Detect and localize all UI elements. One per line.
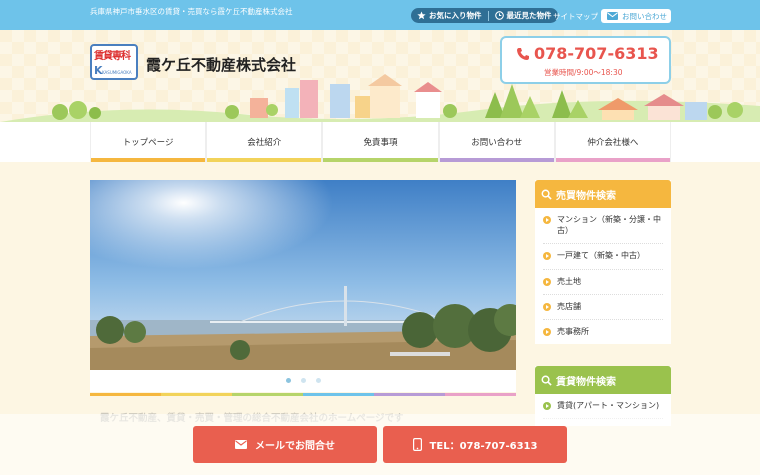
tel-contact-button[interactable]: TEL：078-707-6313 — [383, 426, 567, 463]
hero-slider[interactable] — [90, 180, 516, 392]
nav-item-agents[interactable]: 仲介会社様へ — [554, 122, 672, 162]
slider-dot[interactable] — [300, 378, 306, 383]
slider-dot[interactable] — [285, 378, 291, 383]
utility-links: お気に入り物件 最近見た物件 — [411, 8, 558, 23]
mail-contact-button[interactable]: メールでお問合せ — [193, 426, 377, 463]
rent-search-header[interactable]: 賃貸物件検索 — [535, 366, 671, 394]
star-icon — [417, 11, 426, 20]
clock-icon — [494, 11, 504, 20]
sale-item-house[interactable]: 一戸建て（新築・中古） — [543, 244, 663, 270]
slider-dot[interactable] — [315, 378, 321, 383]
mail-icon — [235, 440, 247, 449]
phone-icon — [517, 47, 529, 60]
sale-item-mansion[interactable]: マンション（新築・分譲・中古） — [543, 208, 663, 245]
arrow-bullet-icon — [543, 252, 551, 261]
sale-search-panel: 売買物件検索 マンション（新築・分譲・中古） 一戸建て（新築・中古） 売土地 売… — [535, 180, 671, 345]
nav-underline — [207, 158, 322, 162]
nav-underline — [439, 158, 554, 162]
slider-dots — [90, 378, 516, 383]
hero-photo — [90, 180, 516, 370]
search-icon — [541, 189, 552, 200]
global-nav: トップページ 会社紹介 免責事項 お問い合わせ 仲介会社様へ — [0, 122, 760, 162]
arrow-bullet-icon — [543, 302, 551, 311]
town-illustration — [0, 74, 760, 122]
favorites-link[interactable]: お気に入り物件 — [417, 10, 482, 21]
top-bar: 兵庫県神戸市垂水区の賃貸・売買なら霞ケ丘不動産株式会社 お気に入り物件 最近見た… — [0, 0, 760, 30]
phone-number: 078-707-6313 — [516, 44, 659, 63]
nav-item-disclaimer[interactable]: 免責事項 — [322, 122, 439, 162]
contact-link[interactable]: お問い合わせ — [601, 9, 671, 23]
arrow-bullet-icon — [543, 402, 551, 410]
sitemap-link[interactable]: サイトマップ — [553, 11, 598, 22]
cta-overlay — [0, 414, 760, 475]
nav-underline — [91, 158, 206, 162]
arrow-bullet-icon — [543, 277, 551, 286]
nav-item-contact[interactable]: お問い合わせ — [438, 122, 555, 162]
recent-link[interactable]: 最近見た物件 — [494, 10, 552, 21]
arrow-bullet-icon — [543, 327, 551, 336]
nav-underline — [555, 158, 671, 162]
smartphone-icon — [412, 438, 422, 451]
sale-item-land[interactable]: 売土地 — [543, 270, 663, 295]
mail-icon — [607, 12, 618, 20]
site-tagline: 兵庫県神戸市垂水区の賃貸・売買なら霞ケ丘不動産株式会社 — [90, 7, 293, 16]
arrow-bullet-icon — [543, 216, 551, 224]
sale-item-office[interactable]: 売事務所 — [543, 320, 663, 344]
rainbow-divider — [90, 393, 516, 396]
sale-search-header[interactable]: 売買物件検索 — [535, 180, 671, 208]
nav-item-top[interactable]: トップページ — [90, 122, 207, 162]
nav-underline — [323, 158, 438, 162]
nav-item-company[interactable]: 会社紹介 — [206, 122, 323, 162]
sale-item-store[interactable]: 売店舗 — [543, 295, 663, 320]
divider — [487, 10, 489, 21]
search-icon — [541, 375, 552, 386]
